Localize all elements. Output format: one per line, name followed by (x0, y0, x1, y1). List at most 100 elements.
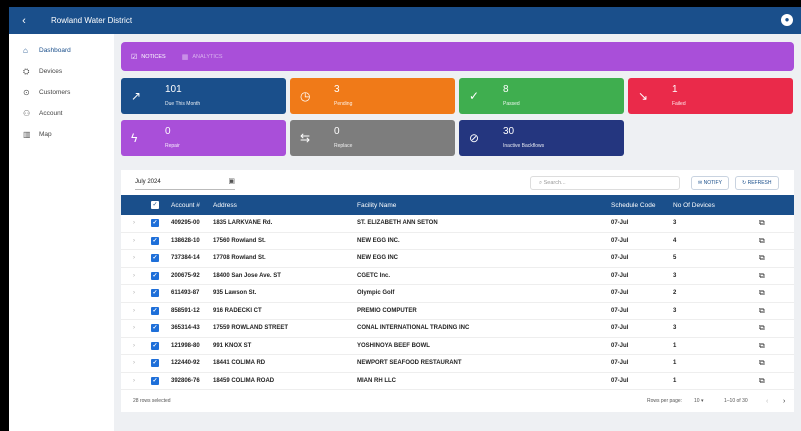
edit-icon[interactable]: ⧉ (759, 215, 765, 232)
table-row[interactable]: › ✓ 409295-00 1835 LARKVANE Rd. ST. ELIZABET… (121, 215, 794, 233)
cell-facility: MIAN RH LLC (357, 377, 396, 384)
month-picker[interactable]: July 2024 ▣ (135, 176, 235, 190)
table-row[interactable]: › ✓ 200675-92 18400 San Jose Ave. ST CGETC I… (121, 268, 794, 285)
sidebar-item-map[interactable]: ▥ Map (9, 124, 114, 145)
header-account[interactable]: Account # (171, 195, 200, 215)
sidebar-item-label: Map (39, 131, 52, 138)
cell-address: 18400 San Jose Ave. ST (213, 272, 281, 279)
edit-icon[interactable]: ⧉ (759, 338, 765, 355)
expand-row-icon[interactable]: › (133, 303, 135, 320)
notify-button[interactable]: ✉ NOTIFY (691, 176, 729, 190)
table-row[interactable]: › ✓ 122440-92 18441 COLIMA RD NEWPORT SEAFOO… (121, 355, 794, 373)
table-row[interactable]: › ✓ 611493-87 935 Lawson St. Olympic Golf 07-… (121, 285, 794, 303)
table-footer: 28 rows selected Rows per page: 10 ▾ 1–1… (121, 390, 794, 412)
account-circle-icon[interactable]: ● (781, 14, 793, 26)
row-checkbox[interactable]: ✓ (151, 338, 159, 355)
cell-account: 200675-92 (171, 272, 200, 279)
edit-icon[interactable]: ⧉ (759, 268, 765, 285)
app-bar: ‹ Rowland Water District ● (9, 7, 801, 34)
rows-per-page-label: Rows per page: (647, 398, 683, 404)
table-row[interactable]: › ✓ 392806-76 18459 COLIMA ROAD MIAN RH LLC 0… (121, 373, 794, 390)
cell-account: 737384-14 (171, 255, 200, 262)
row-checkbox[interactable]: ✓ (151, 320, 159, 337)
row-checkbox[interactable]: ✓ (151, 355, 159, 372)
cell-schedule: 07-Jul (611, 237, 629, 244)
card-label: Pending (334, 101, 353, 107)
main-content: ☑ NOTICES ▦ ANALYTICS ↗ 101 Due This Month ◷ 3 P… (114, 34, 801, 431)
table-header: ✓ Account # Address Facility Name Schedu… (121, 195, 794, 215)
refresh-button[interactable]: ↻ REFRESH (735, 176, 779, 190)
expand-row-icon[interactable]: › (133, 338, 135, 355)
app-title: Rowland Water District (51, 16, 133, 25)
sidebar-item-dashboard[interactable]: ⌂ Dashboard (9, 40, 114, 61)
expand-row-icon[interactable]: › (133, 355, 135, 372)
next-page-icon[interactable]: › (783, 390, 785, 412)
notify-label: NOTIFY (703, 180, 722, 186)
expand-row-icon[interactable]: › (133, 268, 135, 285)
page-range: 1–10 of 30 (724, 398, 748, 404)
prev-page-icon[interactable]: ‹ (766, 390, 768, 412)
card-label: Replace (334, 143, 353, 149)
sidebar-item-devices[interactable]: ⛭ Devices (9, 61, 114, 82)
row-checkbox[interactable]: ✓ (151, 373, 159, 390)
sidebar-item-label: Customers (39, 89, 71, 96)
status-card-failed[interactable]: ↘ 1 Failed (628, 78, 793, 114)
card-label: Passed (503, 101, 520, 107)
status-card-repair[interactable]: ϟ 0 Repair (121, 120, 286, 156)
status-card-due-this-month[interactable]: ↗ 101 Due This Month (121, 78, 286, 114)
edit-icon[interactable]: ⧉ (759, 355, 765, 372)
status-card-replace[interactable]: ⇆ 0 Replace (290, 120, 455, 156)
expand-row-icon[interactable]: › (133, 250, 135, 267)
edit-icon[interactable]: ⧉ (759, 320, 765, 337)
header-devices[interactable]: No Of Devices (673, 195, 715, 215)
table-row[interactable]: › ✓ 737384-14 17708 Rowland St. NEW EGG INC 0… (121, 250, 794, 268)
expand-row-icon[interactable]: › (133, 320, 135, 337)
row-checkbox[interactable]: ✓ (151, 215, 159, 232)
table-toolbar: July 2024 ▣ ⌕ Search... ✉ NOTIFY ↻ REFRE… (121, 170, 794, 195)
sidebar-item-account[interactable]: ⚇ Account (9, 103, 114, 124)
edit-icon[interactable]: ⧉ (759, 303, 765, 320)
edit-icon[interactable]: ⧉ (759, 233, 765, 250)
cell-devices: 3 (673, 325, 677, 332)
expand-row-icon[interactable]: › (133, 373, 135, 390)
search-input[interactable]: ⌕ Search... (530, 176, 680, 190)
sidebar-item-customers[interactable]: ⊙ Customers (9, 82, 114, 103)
table-row[interactable]: › ✓ 121998-80 991 KNOX ST YOSHINOYA BEEF BOW… (121, 338, 794, 355)
table-row[interactable]: › ✓ 858591-12 916 RADECKI CT PREMIO COMPUTER… (121, 303, 794, 320)
tab-analytics[interactable]: ▦ ANALYTICS (182, 53, 223, 61)
header-schedule[interactable]: Schedule Code (611, 195, 655, 215)
expand-row-icon[interactable]: › (133, 233, 135, 250)
card-value: 1 (672, 84, 678, 95)
calendar-icon[interactable]: ▣ (228, 176, 235, 188)
app-frame: ‹ Rowland Water District ● ⌂ Dashboard ⛭ De… (9, 7, 801, 431)
status-card-inactive-backflows[interactable]: ⊘ 30 Inactive Backflows (459, 120, 624, 156)
select-all-checkbox[interactable]: ✓ (151, 195, 159, 215)
status-card-passed[interactable]: ✓ 8 Passed (459, 78, 624, 114)
header-facility[interactable]: Facility Name (357, 195, 396, 215)
customers-icon: ⊙ (23, 88, 30, 97)
table-row[interactable]: › ✓ 365314-43 17559 ROWLAND STREET CONAL INT… (121, 320, 794, 338)
header-address[interactable]: Address (213, 195, 237, 215)
row-checkbox[interactable]: ✓ (151, 303, 159, 320)
expand-row-icon[interactable]: › (133, 285, 135, 302)
edit-icon[interactable]: ⧉ (759, 250, 765, 267)
row-checkbox[interactable]: ✓ (151, 250, 159, 267)
row-checkbox[interactable]: ✓ (151, 233, 159, 250)
rows-per-page-value: 10 (694, 398, 700, 404)
cell-schedule: 07-Jul (611, 272, 629, 279)
status-card-pending[interactable]: ◷ 3 Pending (290, 78, 455, 114)
cell-address: 935 Lawson St. (213, 290, 257, 297)
check-icon: ✓ (469, 89, 480, 103)
card-value: 8 (503, 84, 509, 95)
back-arrow-icon[interactable]: ‹ (9, 15, 39, 27)
rows-per-page-select[interactable]: 10 ▾ (694, 390, 703, 412)
table-row[interactable]: › ✓ 138628-10 17560 Rowland St. NEW EGG INC.… (121, 233, 794, 250)
row-checkbox[interactable]: ✓ (151, 268, 159, 285)
edit-icon[interactable]: ⧉ (759, 373, 765, 390)
row-checkbox[interactable]: ✓ (151, 285, 159, 302)
tab-notices[interactable]: ☑ NOTICES (131, 53, 166, 61)
expand-row-icon[interactable]: › (133, 215, 135, 232)
edit-icon[interactable]: ⧉ (759, 285, 765, 302)
repair-icon: ϟ (131, 131, 138, 145)
sidebar-item-label: Devices (39, 68, 63, 75)
